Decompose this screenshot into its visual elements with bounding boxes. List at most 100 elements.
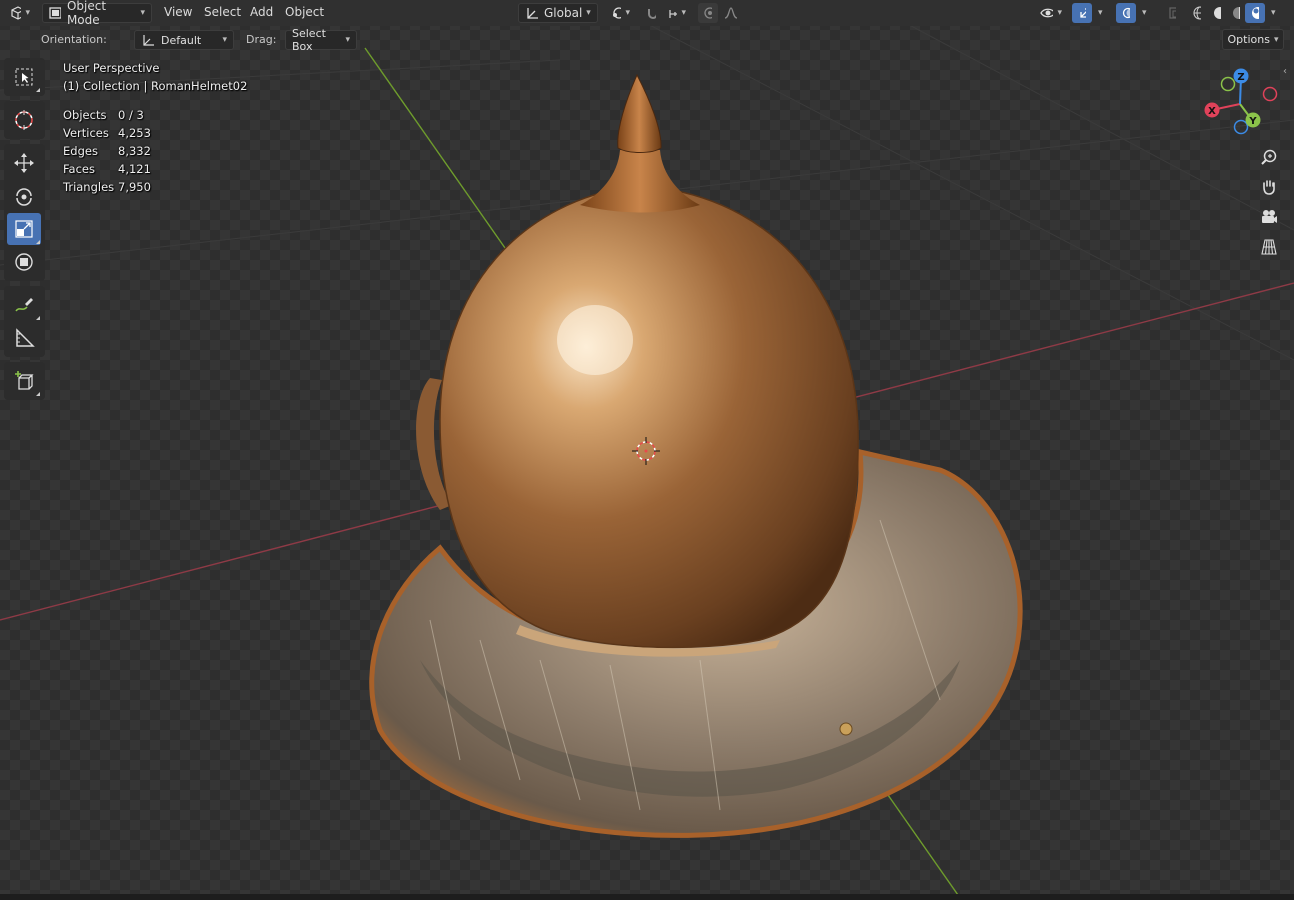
tool-shelf: [4, 58, 45, 405]
tool-settings-bar: Orientation: Default ▾ Drag: Select Box …: [0, 27, 1294, 53]
pivot-point-dropdown[interactable]: ▾: [604, 3, 636, 23]
ortho-toggle-button[interactable]: [1257, 235, 1281, 259]
camera-view-button[interactable]: [1257, 205, 1281, 229]
stat-value: 0 / 3: [118, 108, 144, 122]
rendered-sphere-icon: [1252, 7, 1259, 19]
scene-statistics: Objects 0 / 3 Vertices 4,253 Edges 8,332 Fa…: [63, 108, 247, 198]
bottom-edge: [0, 894, 1294, 900]
xray-icon: [1169, 7, 1176, 19]
menu-add[interactable]: Add: [250, 5, 273, 19]
rendered-shading-button[interactable]: [1245, 3, 1265, 23]
zoom-icon: [1261, 149, 1277, 165]
neg-z-icon[interactable]: [1233, 119, 1249, 135]
solid-sphere-icon: [1214, 7, 1221, 19]
options-label: Options: [1227, 33, 1270, 46]
move-icon: [14, 153, 34, 173]
scale-tool[interactable]: [7, 213, 41, 245]
drag-label: Drag:: [246, 33, 277, 46]
camera-icon: [1262, 210, 1277, 223]
drag-dropdown[interactable]: Select Box ▾: [285, 27, 357, 53]
stat-label: Vertices: [63, 126, 109, 140]
measure-tool[interactable]: [7, 322, 41, 354]
annotate-tool[interactable]: [7, 289, 41, 321]
gizmo-dropdown[interactable]: ▾: [1092, 3, 1110, 23]
gizmo-toggle[interactable]: [1072, 3, 1092, 23]
menu-select[interactable]: Select: [204, 5, 241, 19]
stat-value: 7,950: [118, 180, 151, 194]
orientation-dropdown[interactable]: Default ▾: [134, 30, 234, 50]
visibility-dropdown[interactable]: ▾: [1034, 3, 1068, 23]
chevron-down-icon: ▾: [586, 8, 591, 18]
ortho-grid-icon: [1261, 239, 1277, 255]
neg-x-icon[interactable]: [1262, 86, 1278, 102]
xray-toggle[interactable]: [1162, 3, 1182, 23]
viewport-info-overlay: User Perspective (1) Collection | RomanH…: [63, 61, 247, 198]
pivot-icon: [613, 7, 622, 19]
solid-shading-button[interactable]: [1207, 3, 1227, 23]
add-cube-icon: [15, 371, 34, 390]
rotate-tool[interactable]: [7, 180, 41, 212]
drag-value: Select Box: [292, 27, 326, 53]
transform-orientation-dropdown[interactable]: Global ▾: [518, 3, 598, 23]
collection-info: (1) Collection | RomanHelmet02: [63, 79, 248, 93]
stat-label: Edges: [63, 144, 98, 158]
stat-value: 4,121: [118, 162, 151, 176]
transform-tool[interactable]: [7, 246, 41, 278]
viewport-header: ▾ Object Mode ▾ View Select Add Object G…: [0, 0, 1294, 27]
tool-group-annotate: [4, 286, 45, 357]
cursor-tool[interactable]: [7, 104, 41, 136]
tool-group-cursor: [4, 101, 45, 139]
transform-icon: [15, 253, 33, 271]
menu-object[interactable]: Object: [285, 5, 324, 19]
shading-dropdown[interactable]: ▾: [1265, 3, 1283, 23]
chevron-down-icon: ▾: [140, 8, 145, 18]
neg-y-icon[interactable]: [1220, 76, 1236, 92]
stat-label: Objects: [63, 108, 107, 122]
snap-toggle[interactable]: [640, 3, 662, 23]
stat-label: Faces: [63, 162, 95, 176]
x-axis-label: X: [1208, 106, 1216, 117]
mode-label: Object Mode: [66, 0, 107, 27]
snap-increment-icon: [669, 10, 678, 18]
select-box-tool[interactable]: [7, 61, 41, 93]
sidebar-toggle-icon[interactable]: ‹: [1283, 66, 1287, 77]
options-dropdown[interactable]: Options ▾: [1222, 29, 1284, 50]
measure-ruler-icon: [16, 328, 35, 347]
gizmo-icon: [1080, 8, 1086, 18]
chevron-down-icon: ▾: [1273, 34, 1279, 45]
rotate-icon: [16, 188, 32, 206]
roman-helmet-mesh[interactable]: [369, 73, 1023, 838]
move-tool[interactable]: [7, 147, 41, 179]
editor-type-button[interactable]: ▾: [4, 3, 36, 23]
add-cube-tool[interactable]: [7, 365, 41, 397]
orientation-axes-icon: [143, 35, 154, 46]
menu-view[interactable]: View: [164, 5, 192, 19]
y-axis-label: Y: [1248, 116, 1257, 127]
stat-row: Objects 0 / 3: [63, 108, 247, 126]
magnet-icon: [648, 9, 656, 19]
tool-group-transform: [4, 144, 45, 281]
navigation-gizmo[interactable]: X Y Z: [1204, 68, 1278, 135]
pan-button[interactable]: [1257, 175, 1281, 199]
mode-dropdown[interactable]: Object Mode ▾: [42, 0, 152, 27]
material-shading-button[interactable]: [1226, 3, 1246, 23]
snap-target-dropdown[interactable]: ▾: [662, 3, 692, 23]
zoom-button[interactable]: [1257, 145, 1281, 169]
select-box-icon: [15, 68, 33, 86]
wireframe-shading-button[interactable]: [1187, 3, 1207, 23]
stat-row: Faces 4,121: [63, 162, 247, 180]
overlays-dropdown[interactable]: ▾: [1136, 3, 1154, 23]
stat-row: Edges 8,332: [63, 144, 247, 162]
orientation-label: Global: [544, 6, 583, 20]
chevron-down-icon: ▾: [345, 35, 350, 45]
proportional-editing-toggle[interactable]: [698, 3, 718, 23]
stat-row: Triangles 7,950: [63, 180, 247, 198]
view-name: User Perspective: [63, 61, 160, 75]
falloff-dropdown[interactable]: [718, 3, 748, 23]
stat-value: 8,332: [118, 144, 151, 158]
stat-label: Triangles: [63, 180, 115, 194]
overlay-icon: [1122, 7, 1130, 19]
overlays-toggle[interactable]: [1116, 3, 1136, 23]
stat-row: Vertices 4,253: [63, 126, 247, 144]
tool-group-select: [4, 58, 45, 96]
